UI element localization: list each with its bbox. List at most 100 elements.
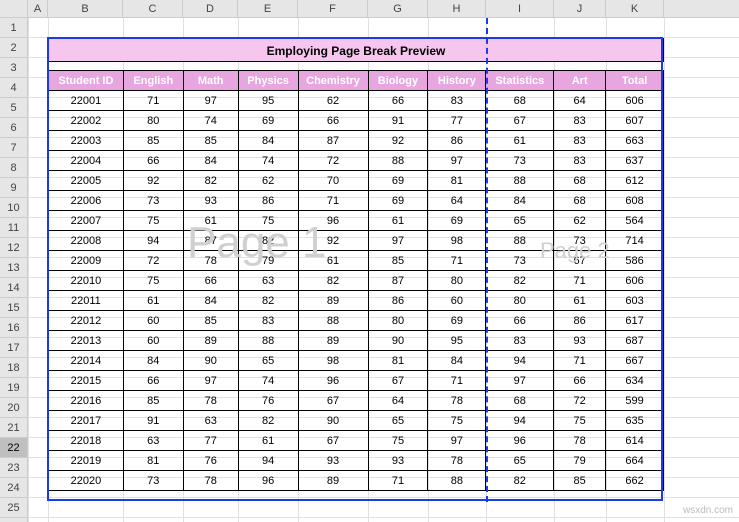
cell[interactable]: 97 [368, 231, 428, 251]
cell[interactable]: 75 [238, 211, 298, 231]
cell[interactable]: 586 [606, 251, 664, 271]
col-header-D[interactable]: D [183, 0, 238, 17]
cell[interactable]: 71 [123, 91, 183, 111]
cell[interactable]: 61 [368, 211, 428, 231]
cell[interactable]: 65 [368, 411, 428, 431]
row-header-17[interactable]: 17 [0, 338, 27, 358]
table-row[interactable]: 220136089888990958393687 [49, 331, 664, 351]
cell[interactable]: 22008 [49, 231, 124, 251]
cell[interactable]: 75 [123, 211, 183, 231]
cell[interactable]: 75 [554, 411, 606, 431]
cell[interactable]: 78 [183, 251, 238, 271]
cell[interactable]: 22016 [49, 391, 124, 411]
cell[interactable]: 72 [298, 151, 368, 171]
cell[interactable]: 82 [486, 271, 554, 291]
cell[interactable]: 74 [238, 151, 298, 171]
cell[interactable]: 70 [298, 171, 368, 191]
table-row[interactable]: 220046684747288977383637 [49, 151, 664, 171]
cell[interactable]: 92 [123, 171, 183, 191]
cell[interactable]: 66 [123, 371, 183, 391]
row-header-9[interactable]: 9 [0, 178, 27, 198]
col-header-F[interactable]: F [298, 0, 368, 17]
table-row[interactable]: 220089487829297988873714 [49, 231, 664, 251]
cell[interactable]: 83 [554, 111, 606, 131]
cell[interactable]: 96 [238, 471, 298, 491]
cell[interactable]: 68 [554, 191, 606, 211]
cell[interactable]: 667 [606, 351, 664, 371]
cell[interactable]: 22012 [49, 311, 124, 331]
cell[interactable]: 61 [238, 431, 298, 451]
row-header-22[interactable]: 22 [0, 438, 27, 458]
col-header-B[interactable]: B [48, 0, 123, 17]
cell[interactable]: 97 [183, 371, 238, 391]
cell[interactable]: 61 [298, 251, 368, 271]
cell[interactable]: 71 [554, 271, 606, 291]
cell[interactable]: 81 [428, 171, 486, 191]
cell[interactable]: 80 [123, 111, 183, 131]
cell[interactable]: 88 [486, 171, 554, 191]
cell[interactable]: 78 [428, 391, 486, 411]
table-row[interactable]: 220126085838880696686617 [49, 311, 664, 331]
row-header-7[interactable]: 7 [0, 138, 27, 158]
cell[interactable]: 98 [428, 231, 486, 251]
cell[interactable]: 77 [183, 431, 238, 451]
cell[interactable]: 93 [298, 451, 368, 471]
cell[interactable]: 85 [183, 131, 238, 151]
cell[interactable]: 635 [606, 411, 664, 431]
cell[interactable]: 87 [368, 271, 428, 291]
row-header-25[interactable]: 25 [0, 498, 27, 518]
cell[interactable]: 96 [298, 371, 368, 391]
row-header-21[interactable]: 21 [0, 418, 27, 438]
cell[interactable]: 67 [486, 111, 554, 131]
cell[interactable]: 60 [428, 291, 486, 311]
cell[interactable]: 67 [298, 431, 368, 451]
cell[interactable]: 61 [486, 131, 554, 151]
cell[interactable]: 71 [428, 251, 486, 271]
col-header-H[interactable]: H [428, 0, 486, 17]
cell[interactable]: 69 [368, 171, 428, 191]
cell[interactable]: 73 [486, 251, 554, 271]
table-row[interactable]: 220148490659881849471667 [49, 351, 664, 371]
col-header-cell[interactable]: Art [554, 71, 606, 91]
cell[interactable]: 634 [606, 371, 664, 391]
cell[interactable]: 79 [554, 451, 606, 471]
cell[interactable]: 85 [123, 131, 183, 151]
col-header-C[interactable]: C [123, 0, 183, 17]
cell[interactable]: 66 [123, 151, 183, 171]
cell[interactable]: 608 [606, 191, 664, 211]
cell[interactable]: 22003 [49, 131, 124, 151]
table-row[interactable]: 220038585848792866183663 [49, 131, 664, 151]
column-headers[interactable]: ABCDEFGHIJK [28, 0, 739, 18]
cell[interactable]: 75 [428, 411, 486, 431]
col-header-K[interactable]: K [606, 0, 664, 17]
cell[interactable]: 61 [554, 291, 606, 311]
cell[interactable]: 22006 [49, 191, 124, 211]
cell[interactable]: 93 [368, 451, 428, 471]
cell[interactable]: 74 [183, 111, 238, 131]
cell[interactable]: 71 [428, 371, 486, 391]
cell[interactable]: 82 [486, 471, 554, 491]
cell[interactable]: 95 [428, 331, 486, 351]
cell[interactable]: 22017 [49, 411, 124, 431]
cell[interactable]: 78 [183, 391, 238, 411]
row-header-3[interactable]: 3 [0, 58, 27, 78]
row-header-13[interactable]: 13 [0, 258, 27, 278]
cell[interactable]: 60 [123, 311, 183, 331]
cell[interactable]: 66 [183, 271, 238, 291]
cell[interactable]: 599 [606, 391, 664, 411]
cell[interactable]: 564 [606, 211, 664, 231]
cell[interactable]: 88 [298, 311, 368, 331]
cell[interactable]: 69 [238, 111, 298, 131]
row-header-4[interactable]: 4 [0, 78, 27, 98]
cell[interactable]: 67 [554, 251, 606, 271]
cell[interactable]: 74 [238, 371, 298, 391]
row-header-12[interactable]: 12 [0, 238, 27, 258]
cell[interactable]: 84 [183, 151, 238, 171]
cell[interactable]: 89 [183, 331, 238, 351]
cell[interactable]: 78 [428, 451, 486, 471]
cell[interactable]: 86 [368, 291, 428, 311]
cell[interactable]: 88 [238, 331, 298, 351]
table-row[interactable]: 220059282627069818868612 [49, 171, 664, 191]
cell[interactable]: 97 [428, 431, 486, 451]
cell[interactable]: 612 [606, 171, 664, 191]
